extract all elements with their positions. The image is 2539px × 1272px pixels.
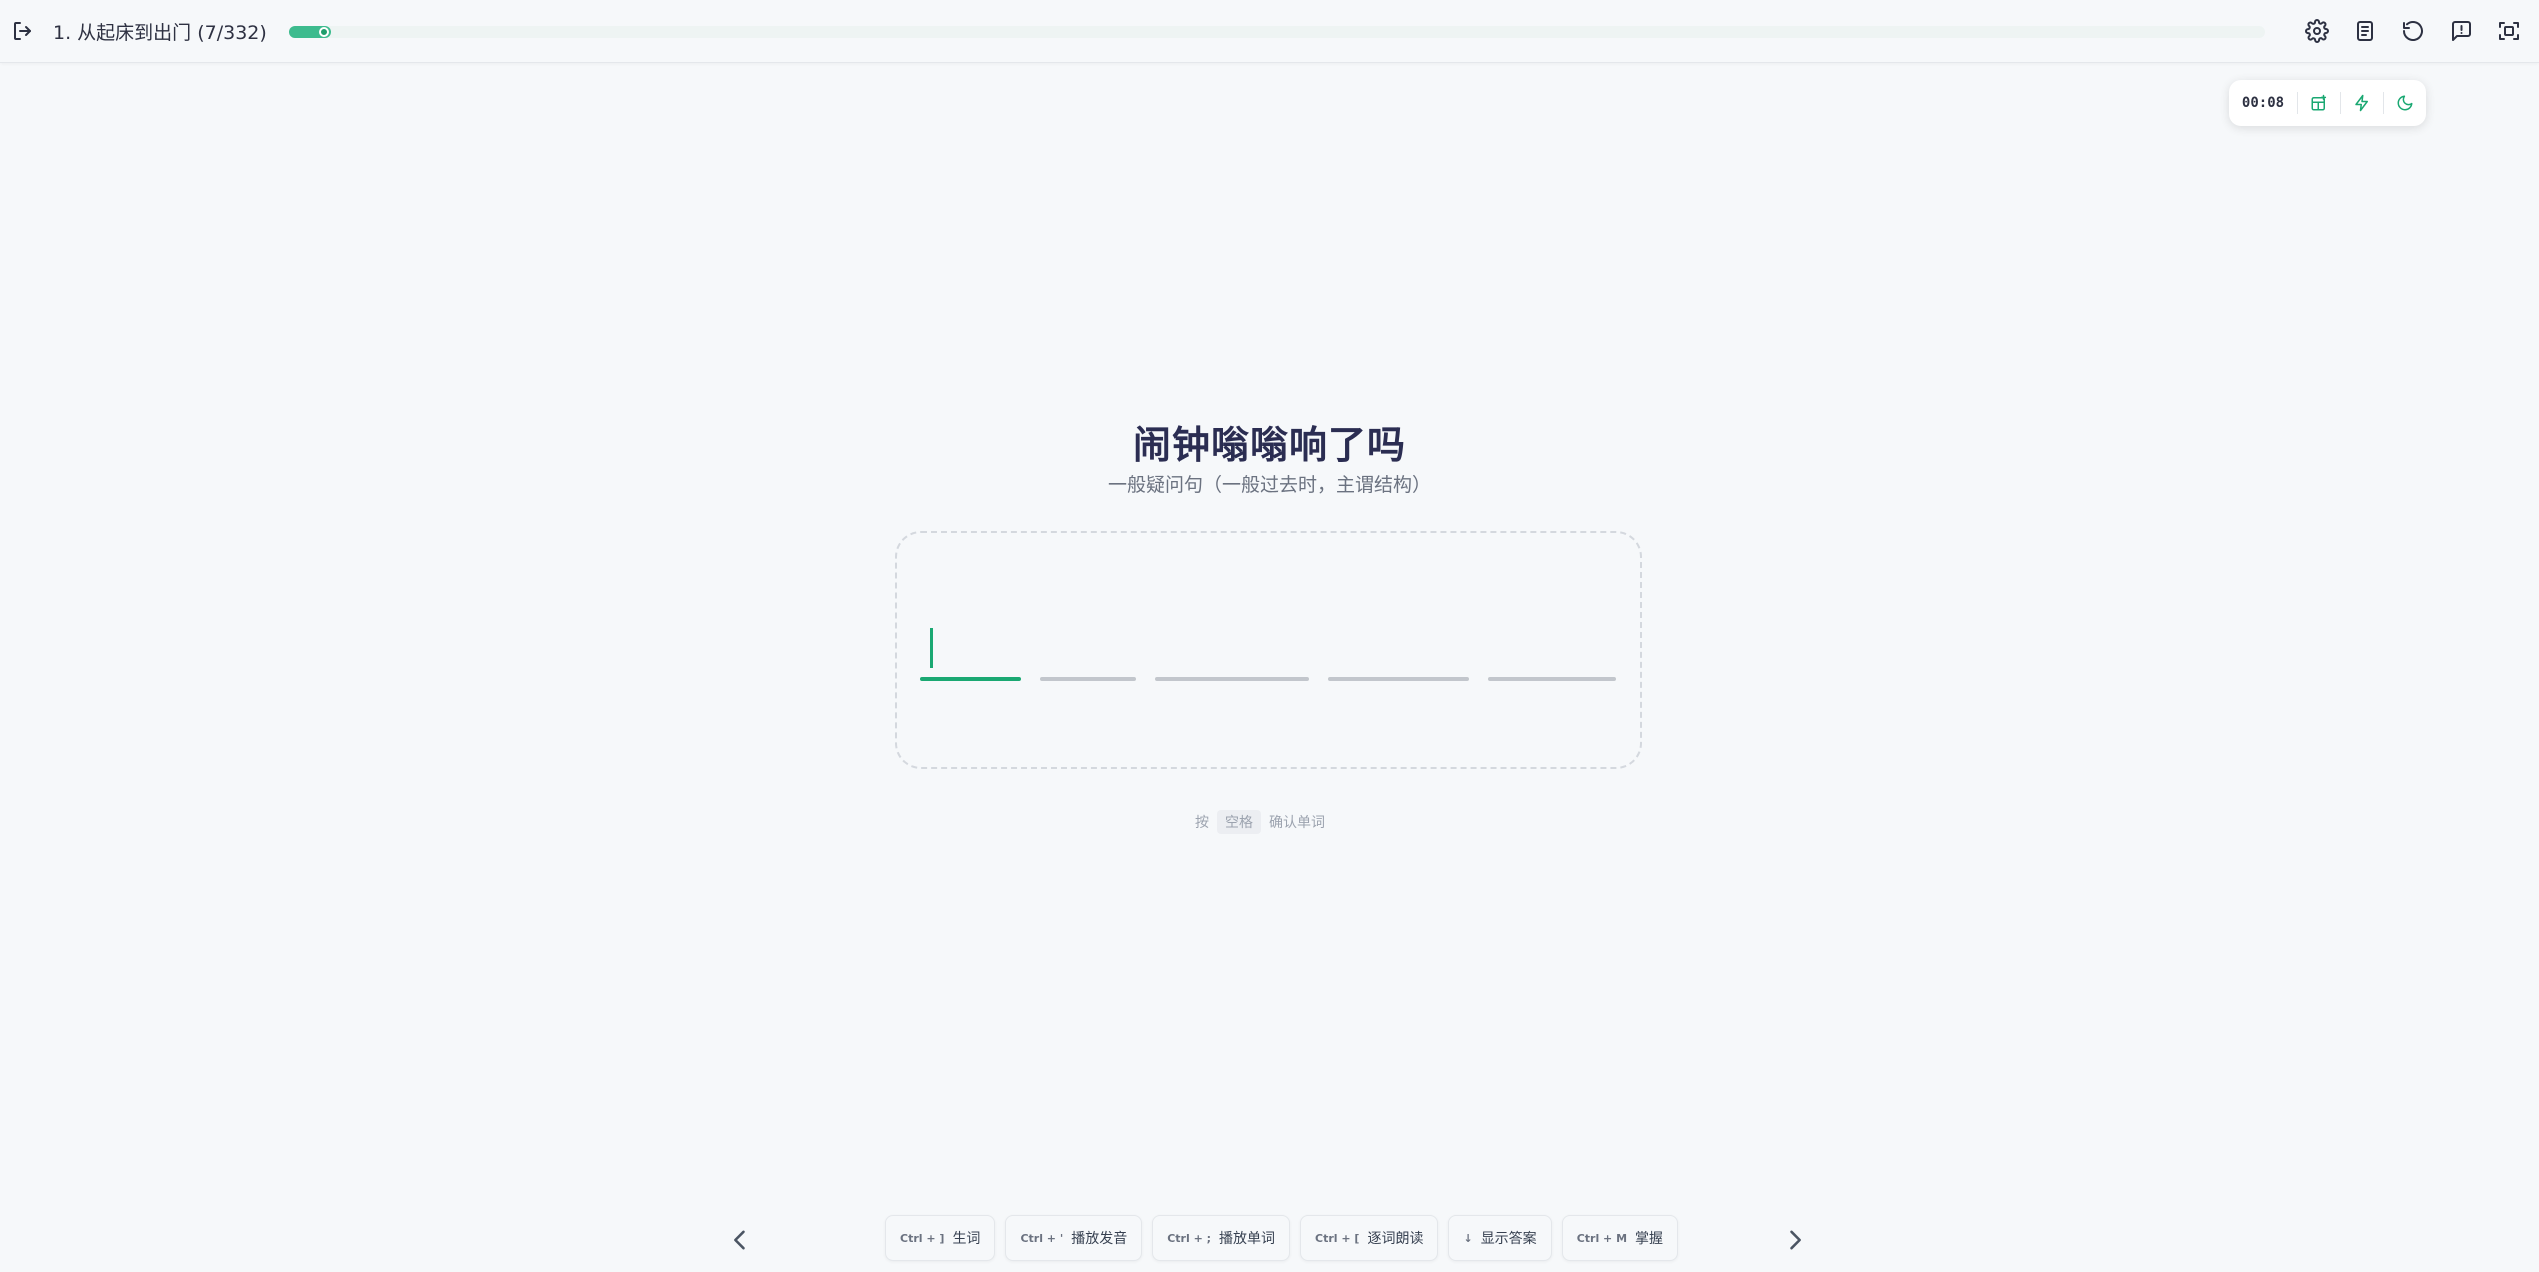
book-icon bbox=[2357, 21, 2373, 41]
progress-bar bbox=[289, 26, 2265, 38]
hint-suffix: 确认单词 bbox=[1269, 815, 1325, 831]
settings-button[interactable] bbox=[2300, 14, 2334, 48]
next-button[interactable] bbox=[1775, 1220, 1815, 1260]
shortcut-new-word[interactable]: Ctrl + ] 生词 bbox=[885, 1215, 996, 1261]
answer-input-area[interactable] bbox=[895, 531, 1642, 769]
exit-button[interactable] bbox=[8, 16, 38, 46]
chevron-right-icon bbox=[1790, 1230, 1801, 1250]
hint: 按 空格 确认单词 bbox=[1195, 809, 1325, 835]
moon-icon bbox=[2397, 95, 2413, 111]
shortcut-label: 生词 bbox=[952, 1231, 981, 1247]
text-caret bbox=[930, 628, 933, 668]
word-slot[interactable] bbox=[1155, 677, 1309, 681]
progress-knob bbox=[318, 27, 329, 37]
grammar-note: 一般疑问句（一般过去时，主谓结构） bbox=[1107, 474, 1431, 496]
word-slot[interactable] bbox=[920, 677, 1021, 681]
word-slot[interactable] bbox=[1488, 677, 1616, 681]
reset-button[interactable] bbox=[2396, 14, 2430, 48]
feedback-button[interactable] bbox=[2444, 14, 2478, 48]
shortcut-key: Ctrl + ' bbox=[1020, 1231, 1064, 1245]
top-bar: 1. 从起床到出门 (7/332) bbox=[0, 0, 2539, 63]
chinese-prompt: 闹钟嗡嗡响了吗 bbox=[1132, 423, 1406, 467]
lightning-icon bbox=[2355, 94, 2368, 112]
feedback-icon bbox=[2452, 21, 2471, 41]
shortcut-mastered[interactable]: Ctrl + M 掌握 bbox=[1561, 1215, 1679, 1261]
fullscreen-icon bbox=[2499, 22, 2519, 40]
shortcut-key: Ctrl + ] bbox=[900, 1231, 945, 1245]
shortcut-key: Ctrl + [ bbox=[1315, 1231, 1360, 1245]
shortcut-read-by-word[interactable]: Ctrl + [ 逐词朗读 bbox=[1300, 1215, 1439, 1261]
layout-button[interactable] bbox=[2298, 80, 2340, 126]
gear-icon bbox=[2305, 19, 2329, 43]
word-slot[interactable] bbox=[1040, 677, 1136, 681]
word-list-button[interactable] bbox=[2348, 14, 2382, 48]
shortcut-label: 掌握 bbox=[1635, 1231, 1664, 1247]
chevron-left-icon bbox=[734, 1230, 745, 1250]
undo-icon bbox=[2403, 21, 2423, 41]
shortcut-key: Ctrl + ; bbox=[1167, 1231, 1212, 1245]
shortcut-play-word[interactable]: Ctrl + ; 播放单词 bbox=[1152, 1215, 1291, 1261]
shortcut-bar: Ctrl + ] 生词 Ctrl + ' 播放发音 Ctrl + ; 播放单词 … bbox=[885, 1215, 1688, 1261]
shortcut-label: 逐词朗读 bbox=[1367, 1231, 1424, 1247]
dark-mode-button[interactable] bbox=[2384, 80, 2426, 126]
shortcut-show-answer[interactable]: ↓ 显示答案 bbox=[1448, 1215, 1552, 1261]
floating-toolbar: 00:08 bbox=[2229, 80, 2426, 126]
shortcut-label: 播放单词 bbox=[1219, 1231, 1276, 1247]
word-slot[interactable] bbox=[1328, 677, 1469, 681]
previous-button[interactable] bbox=[720, 1220, 760, 1260]
hint-prefix: 按 bbox=[1195, 815, 1209, 831]
layout-icon bbox=[2311, 94, 2327, 111]
exit-icon bbox=[14, 22, 31, 40]
shortcut-label: 显示答案 bbox=[1480, 1231, 1537, 1247]
quick-mode-button[interactable] bbox=[2341, 80, 2383, 126]
hint-key: 空格 bbox=[1217, 810, 1261, 834]
lesson-title: 1. 从起床到出门 (7/332) bbox=[53, 22, 267, 44]
shortcut-key: Ctrl + M bbox=[1576, 1231, 1628, 1245]
shortcut-key: ↓ bbox=[1463, 1231, 1473, 1245]
shortcut-label: 播放发音 bbox=[1071, 1231, 1128, 1247]
fullscreen-button[interactable] bbox=[2492, 14, 2526, 48]
shortcut-play-pronunciation[interactable]: Ctrl + ' 播放发音 bbox=[1005, 1215, 1143, 1261]
timer: 00:08 bbox=[2241, 95, 2285, 111]
